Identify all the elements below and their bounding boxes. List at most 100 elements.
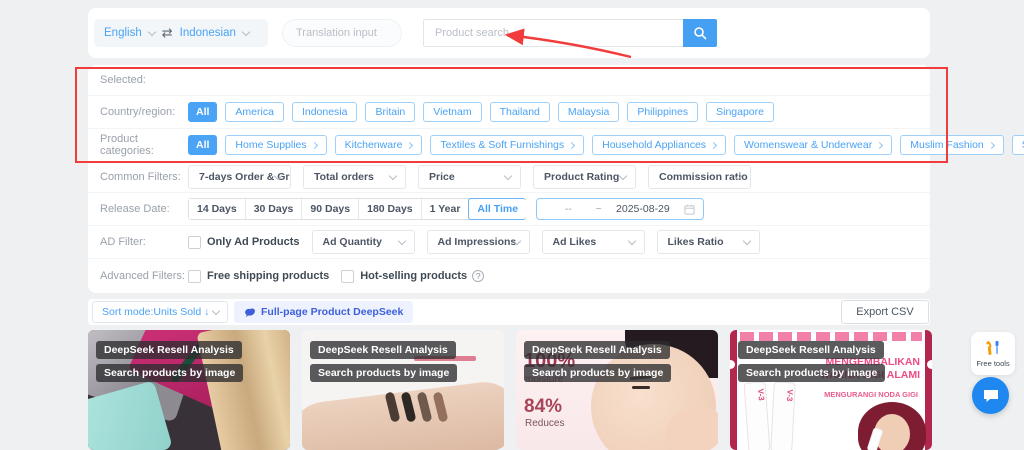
segment-180-days[interactable]: 180 Days — [359, 199, 422, 219]
product-card[interactable]: 100% moisture 84% Reduces DeepSeek Resel… — [516, 330, 718, 450]
calendar-icon — [684, 204, 695, 215]
segment-1-year[interactable]: 1 Year — [422, 199, 470, 219]
category-button-home-supplies[interactable]: Home Supplies — [225, 135, 326, 155]
dropdown-total-orders[interactable]: Total orders — [303, 165, 406, 189]
release-date-row: Release Date: 14 Days 30 Days 90 Days 18… — [88, 193, 930, 226]
common-filters-row: Common Filters: 7-days Order & Gr··· Tot… — [88, 162, 930, 193]
category-button-textiles[interactable]: Textiles & Soft Furnishings — [430, 135, 584, 155]
dropdown-product-rating[interactable]: Product Rating — [533, 165, 636, 189]
country-button-america[interactable]: America — [225, 102, 284, 122]
dropdown-commission-ratio[interactable]: Commission ratio — [648, 165, 751, 189]
dropdown-ad-quantity[interactable]: Ad Quantity — [312, 230, 415, 254]
segment-30-days[interactable]: 30 Days — [246, 199, 303, 219]
country-button-thailand[interactable]: Thailand — [490, 102, 550, 122]
chevron-down-icon — [212, 307, 220, 315]
filter-panel: Selected: Country/region: All America In… — [88, 65, 930, 293]
free-tools-label: Free tools — [976, 359, 1009, 368]
fullpage-deepseek-button[interactable]: Full-page Product DeepSeek — [234, 301, 413, 323]
country-all-button[interactable]: All — [188, 102, 217, 122]
chevron-down-icon — [397, 237, 405, 245]
country-button-britain[interactable]: Britain — [365, 102, 415, 122]
country-region-label: Country/region: — [100, 106, 188, 118]
search-icon — [693, 26, 707, 40]
ad-filter-row: AD Filter: Only Ad Products Ad Quantity … — [88, 226, 930, 259]
deepseek-resell-analysis-button[interactable]: DeepSeek Resell Analysis — [310, 341, 456, 359]
date-from-value: -- — [545, 203, 591, 215]
only-ad-products-checkbox[interactable] — [188, 236, 201, 249]
dropdown-7days-order-growth[interactable]: 7-days Order & Gr··· — [188, 165, 291, 189]
sort-mode-dropdown[interactable]: Sort mode:Units Sold ↓ — [92, 301, 228, 323]
segment-90-days[interactable]: 90 Days — [302, 199, 359, 219]
category-button-muslim-fashion[interactable]: Muslim Fashion — [900, 135, 1004, 155]
free-shipping-label: Free shipping products — [207, 270, 329, 282]
date-to-value: 2025-08-29 — [606, 203, 680, 215]
date-range-picker[interactable]: -- ~ 2025-08-29 — [536, 198, 704, 220]
deepseek-resell-analysis-button[interactable]: DeepSeek Resell Analysis — [524, 341, 670, 359]
dropdown-likes-ratio[interactable]: Likes Ratio — [657, 230, 760, 254]
image-text: MENGURANGI NODA GIGI — [824, 390, 918, 399]
country-button-singapore[interactable]: Singapore — [706, 102, 774, 122]
search-by-image-button[interactable]: Search products by image — [96, 364, 243, 382]
product-categories-label: Product categories: — [100, 133, 188, 157]
hot-selling-label: Hot-selling products — [360, 270, 467, 282]
country-button-indonesia[interactable]: Indonesia — [292, 102, 358, 122]
search-by-image-button[interactable]: Search products by image — [738, 364, 885, 382]
country-button-malaysia[interactable]: Malaysia — [558, 102, 619, 122]
source-language-select[interactable]: English — [104, 27, 142, 39]
advanced-filters-label: Advanced Filters: — [100, 270, 188, 282]
free-shipping-checkbox[interactable] — [188, 270, 201, 283]
category-all-button[interactable]: All — [188, 135, 217, 155]
deepseek-whale-icon — [244, 307, 256, 318]
results-toolbar: Sort mode:Units Sold ↓ Full-page Product… — [88, 299, 930, 325]
translation-input[interactable] — [282, 19, 402, 47]
chevron-right-icon — [710, 141, 717, 148]
deepseek-resell-analysis-button[interactable]: DeepSeek Resell Analysis — [96, 341, 242, 359]
deepseek-resell-analysis-button[interactable]: DeepSeek Resell Analysis — [738, 341, 884, 359]
product-card[interactable]: MENGEMBALIKAN WARNA GIGI ALAMI MENGURANG… — [730, 330, 932, 450]
segment-all-time[interactable]: All Time — [468, 198, 526, 220]
chevron-down-icon — [619, 172, 627, 180]
search-button[interactable] — [683, 19, 717, 47]
chevron-down-icon — [627, 237, 635, 245]
selected-row: Selected: — [88, 65, 930, 96]
chevron-down-icon — [147, 27, 155, 35]
dropdown-price[interactable]: Price — [418, 165, 521, 189]
product-card[interactable]: DeepSeek Resell Analysis Search products… — [88, 330, 290, 450]
help-icon[interactable]: ? — [472, 270, 484, 282]
image-text: Reduces — [525, 418, 564, 429]
country-button-vietnam[interactable]: Vietnam — [423, 102, 481, 122]
release-date-segments: 14 Days 30 Days 90 Days 180 Days 1 Year … — [188, 198, 526, 220]
category-button-womenswear[interactable]: Womenswear & Underwear — [734, 135, 892, 155]
target-language-select[interactable]: Indonesian — [180, 27, 236, 39]
advanced-filters-row: Advanced Filters: Free shipping products… — [88, 259, 930, 293]
chevron-right-icon — [568, 141, 575, 148]
category-button-kitchenware[interactable]: Kitchenware — [335, 135, 423, 155]
chevron-right-icon — [988, 141, 995, 148]
chevron-down-icon — [504, 172, 512, 180]
chat-messenger-button[interactable] — [972, 377, 1009, 414]
language-pair-selector[interactable]: English ⇄ Indonesian — [94, 19, 268, 47]
dropdown-ad-likes[interactable]: Ad Likes — [542, 230, 645, 254]
country-button-philippines[interactable]: Philippines — [627, 102, 698, 122]
chevron-down-icon — [742, 237, 750, 245]
chevron-right-icon — [311, 141, 318, 148]
export-csv-button[interactable]: Export CSV — [841, 300, 929, 324]
chevron-right-icon — [406, 141, 413, 148]
search-by-image-button[interactable]: Search products by image — [524, 364, 671, 382]
hot-selling-checkbox[interactable] — [341, 270, 354, 283]
search-by-image-button[interactable]: Search products by image — [310, 364, 457, 382]
product-search-input[interactable] — [423, 19, 683, 47]
category-button-household-appliances[interactable]: Household Appliances — [592, 135, 726, 155]
image-text: 84% — [524, 396, 562, 418]
tools-icon — [983, 339, 1003, 357]
category-button-shoes[interactable]: Shoes — [1012, 135, 1024, 155]
dropdown-ad-impressions[interactable]: Ad Impressions — [427, 230, 530, 254]
image-text: V-3 — [774, 383, 795, 402]
common-filters-label: Common Filters: — [100, 171, 188, 183]
ad-filter-label: AD Filter: — [100, 236, 188, 248]
free-tools-button[interactable]: Free tools — [971, 332, 1015, 375]
swap-languages-icon[interactable]: ⇄ — [162, 27, 173, 40]
segment-14-days[interactable]: 14 Days — [189, 199, 246, 219]
chevron-down-icon — [242, 27, 250, 35]
product-card[interactable]: DeepSeek Resell Analysis Search products… — [302, 330, 504, 450]
